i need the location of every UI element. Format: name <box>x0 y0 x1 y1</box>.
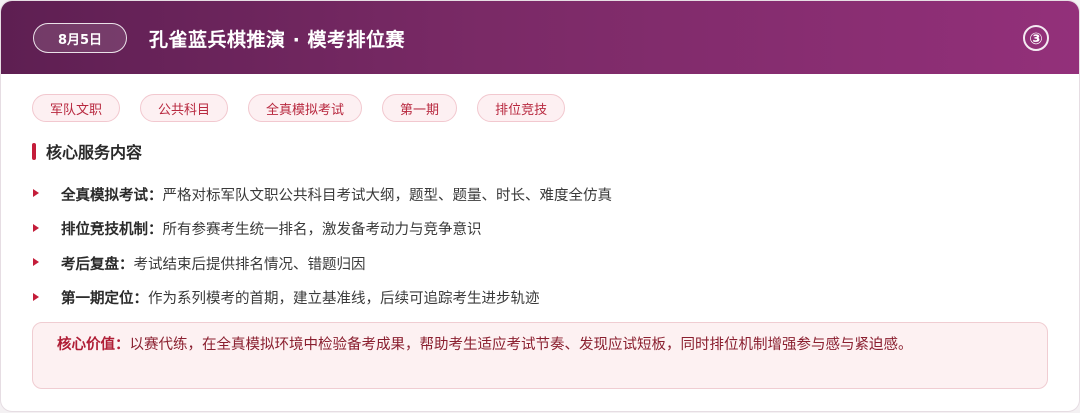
card-header: 8月5日 孔雀蓝兵棋推演 · 模考排位赛 ③ <box>1 1 1079 74</box>
item-text: 作为系列模考的首期，建立基准线，后续可追踪考生进步轨迹 <box>148 291 540 308</box>
tag-list: 军队文职 公共科目 全真模拟考试 第一期 排位竞技 <box>32 94 566 122</box>
core-value-box: 核心价值：以赛代练，在全真模拟环境中检验备考成果，帮助考生适应考试节奏、发现应试… <box>32 322 1048 389</box>
list-item: 考后复盘： 考试结束后提供排名情况、错题归因 <box>33 246 612 281</box>
service-list: 全真模拟考试： 严格对标军队文职公共科目考试大纲，题型、题量、时长、难度全仿真 … <box>33 177 612 315</box>
list-item: 排位竞技机制： 所有参赛考生统一排名，激发备考动力与竞争意识 <box>33 212 612 247</box>
tag: 第一期 <box>382 94 458 122</box>
item-label: 考后复盘： <box>61 256 134 273</box>
triangle-bullet-icon <box>33 189 39 198</box>
list-item: 第一期定位： 作为系列模考的首期，建立基准线，后续可追踪考生进步轨迹 <box>33 281 612 316</box>
tag: 排位竞技 <box>477 94 566 122</box>
triangle-bullet-icon <box>33 223 39 232</box>
tag: 军队文职 <box>32 94 121 122</box>
section-heading: 核心服务内容 <box>32 139 142 163</box>
triangle-bullet-icon <box>33 292 39 301</box>
triangle-bullet-icon <box>33 258 39 267</box>
list-item: 全真模拟考试： 严格对标军队文职公共科目考试大纲，题型、题量、时长、难度全仿真 <box>33 177 612 212</box>
section-marker <box>32 142 36 160</box>
section-title: 核心服务内容 <box>46 143 143 162</box>
item-label: 第一期定位： <box>61 291 148 308</box>
item-text: 严格对标军队文职公共科目考试大纲，题型、题量、时长、难度全仿真 <box>162 187 613 204</box>
event-title: 孔雀蓝兵棋推演 · 模考排位赛 <box>149 29 405 51</box>
item-text: 所有参赛考生统一排名，激发备考动力与竞争意识 <box>162 222 482 239</box>
tag: 全真模拟考试 <box>248 94 363 122</box>
item-text: 考试结束后提供排名情况、错题归因 <box>133 256 366 273</box>
item-label: 全真模拟考试： <box>61 187 163 204</box>
core-value-text: 以赛代练，在全真模拟环境中检验备考成果，帮助考生适应考试节奏、发现应试短板，同时… <box>129 337 913 353</box>
core-value-label: 核心价值： <box>57 337 130 353</box>
circled-number-icon: ③ <box>1023 25 1049 51</box>
date-badge: 8月5日 <box>33 23 127 53</box>
item-label: 排位竞技机制： <box>61 222 163 239</box>
event-card: 8月5日 孔雀蓝兵棋推演 · 模考排位赛 ③ 军队文职 公共科目 全真模拟考试 … <box>0 0 1080 412</box>
tag: 公共科目 <box>140 94 229 122</box>
